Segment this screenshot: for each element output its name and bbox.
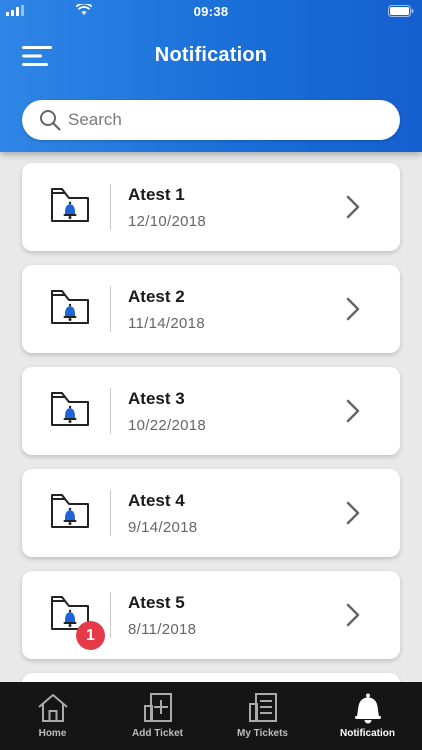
tab-label: Notification <box>340 728 395 739</box>
tickets-icon <box>249 693 277 722</box>
notification-date: 9/14/2018 <box>128 519 198 536</box>
chevron-right-icon <box>346 399 360 423</box>
folder-bell-icon <box>51 392 89 426</box>
notification-card[interactable] <box>22 673 400 682</box>
home-icon <box>38 694 68 722</box>
tab-bar: Home Add Ticket My Tickets Notification <box>0 682 422 750</box>
tab-label: My Tickets <box>237 728 288 739</box>
chevron-right-icon <box>346 501 360 525</box>
folder-bell-icon <box>51 188 89 222</box>
tab-notification[interactable]: Notification <box>315 682 420 750</box>
chevron-right-icon <box>346 195 360 219</box>
battery-icon <box>388 5 414 17</box>
notification-date: 8/11/2018 <box>128 621 197 638</box>
bell-icon <box>355 693 381 724</box>
notification-title: Atest 2 <box>128 287 185 306</box>
search-icon <box>40 110 61 131</box>
notification-title: Atest 5 <box>128 593 185 612</box>
notification-date: 12/10/2018 <box>128 213 207 230</box>
folder-bell-icon <box>51 494 89 528</box>
divider <box>110 184 111 230</box>
notification-card[interactable]: 1 Atest 5 8/11/2018 <box>22 571 400 659</box>
chevron-right-icon <box>346 297 360 321</box>
notification-card[interactable]: Atest 2 11/14/2018 <box>22 265 400 353</box>
notification-title: Atest 3 <box>128 389 185 408</box>
search-bar[interactable] <box>22 100 400 140</box>
divider <box>110 388 111 434</box>
notification-title: Atest 1 <box>128 185 185 204</box>
notification-card[interactable]: Atest 4 9/14/2018 <box>22 469 400 557</box>
app-header: 09:38 Notification <box>0 0 422 152</box>
status-time: 09:38 <box>193 4 229 19</box>
search-input[interactable] <box>68 106 388 134</box>
tab-my-tickets[interactable]: My Tickets <box>210 682 315 750</box>
tab-label: Home <box>38 728 67 739</box>
folder-bell-icon <box>51 290 89 324</box>
tab-label: Add Ticket <box>132 728 183 739</box>
notification-date: 11/14/2018 <box>128 315 205 332</box>
notification-list: Atest 1 12/10/2018 Atest 2 11/14/2018 At… <box>0 152 422 682</box>
divider <box>110 592 111 638</box>
status-bar: 09:38 <box>0 0 422 22</box>
notification-date: 10/22/2018 <box>128 417 207 434</box>
chevron-right-icon <box>346 603 360 627</box>
unread-badge: 1 <box>76 621 105 650</box>
tab-home[interactable]: Home <box>0 682 105 750</box>
page-title: Notification <box>154 44 268 66</box>
tab-add-ticket[interactable]: Add Ticket <box>105 682 210 750</box>
notification-card[interactable]: Atest 1 12/10/2018 <box>22 163 400 251</box>
notification-card[interactable]: Atest 3 10/22/2018 <box>22 367 400 455</box>
notification-title: Atest 4 <box>128 491 185 510</box>
divider <box>110 286 111 332</box>
divider <box>110 490 111 536</box>
add-ticket-icon <box>144 693 172 722</box>
